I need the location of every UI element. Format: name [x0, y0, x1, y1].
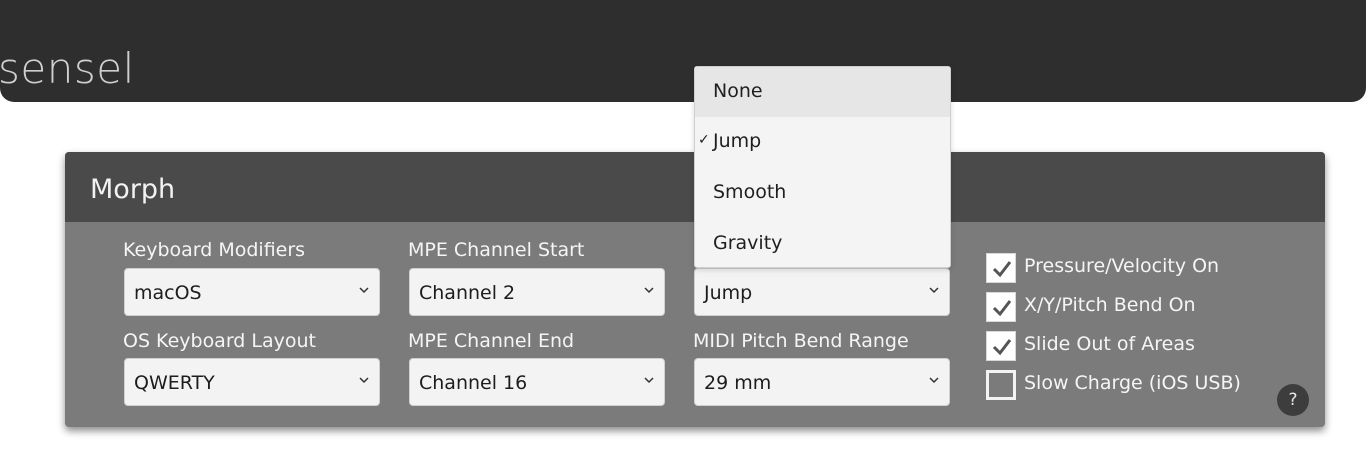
mpe-channel-start-label: MPE Channel Start [408, 239, 585, 261]
dropdown-option-smooth[interactable]: Smooth [695, 168, 950, 218]
midi-pitch-bend-range-value: 29 mm [704, 372, 772, 394]
checkbox-label: Slow Charge (iOS USB) [1024, 372, 1241, 394]
checkbox-checked[interactable] [986, 331, 1016, 361]
os-keyboard-layout-select[interactable]: QWERTY [124, 358, 380, 406]
option-label: None [713, 80, 763, 102]
mpe-channel-start-value: Channel 2 [419, 282, 516, 304]
midi-pitch-bend-range-label: MIDI Pitch Bend Range [693, 330, 909, 352]
dropdown-option-jump[interactable]: ✓ Jump [695, 117, 950, 167]
top-bar: sensel [0, 0, 1366, 102]
checkbox-checked[interactable] [986, 292, 1016, 322]
dropdown-option-none[interactable]: None [695, 67, 950, 117]
panel-title: Morph [90, 174, 176, 205]
sensel-logo: sensel [0, 44, 135, 93]
keyboard-modifiers-label: Keyboard Modifiers [123, 239, 306, 261]
glide-mode-value: Jump [704, 282, 753, 304]
option-label: Smooth [713, 181, 787, 203]
mpe-channel-end-label: MPE Channel End [408, 330, 575, 352]
dropdown-option-gravity[interactable]: Gravity [695, 219, 950, 269]
option-label: Jump [713, 130, 762, 152]
chevron-down-icon [359, 377, 369, 384]
help-button[interactable]: ? [1277, 384, 1309, 416]
os-keyboard-layout-value: QWERTY [134, 372, 215, 394]
checkmark-icon [992, 339, 1012, 356]
checkmark-icon [992, 261, 1012, 278]
midi-pitch-bend-range-select[interactable]: 29 mm [694, 358, 950, 406]
keyboard-modifiers-select[interactable]: macOS [124, 268, 380, 316]
mpe-channel-end-select[interactable]: Channel 16 [409, 358, 665, 406]
glide-mode-dropdown: None ✓ Jump Smooth Gravity [694, 66, 951, 268]
mpe-channel-start-select[interactable]: Channel 2 [409, 268, 665, 316]
chevron-down-icon [359, 287, 369, 294]
checkbox-label: Pressure/Velocity On [1024, 255, 1220, 277]
chevron-down-icon [644, 377, 654, 384]
glide-mode-select[interactable]: Jump [694, 268, 950, 316]
chevron-down-icon [929, 377, 939, 384]
mpe-channel-end-value: Channel 16 [419, 372, 528, 394]
checkmark-icon [992, 300, 1012, 317]
keyboard-modifiers-value: macOS [134, 282, 202, 304]
os-keyboard-layout-label: OS Keyboard Layout [123, 330, 316, 352]
chevron-down-icon [929, 287, 939, 294]
checkbox-label: X/Y/Pitch Bend On [1024, 294, 1196, 316]
check-icon: ✓ [698, 132, 710, 148]
option-label: Gravity [713, 232, 783, 254]
checkbox-checked[interactable] [986, 253, 1016, 283]
checkbox-unchecked[interactable] [986, 370, 1016, 400]
checkbox-label: Slide Out of Areas [1024, 333, 1195, 355]
chevron-down-icon [644, 287, 654, 294]
